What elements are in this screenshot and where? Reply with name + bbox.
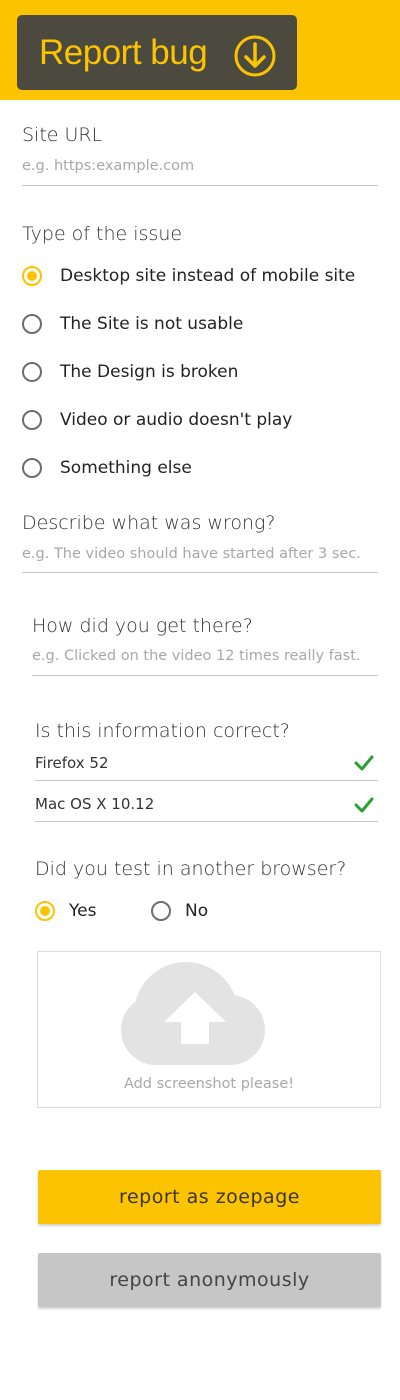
describe-input[interactable]: e.g. The video should have started after… bbox=[22, 546, 361, 562]
radio-button[interactable] bbox=[22, 458, 42, 478]
checkmark-icon bbox=[354, 797, 374, 813]
browser-info-underline bbox=[35, 780, 378, 781]
cloud-upload-icon bbox=[121, 962, 265, 1065]
option-yes-label: Yes bbox=[69, 901, 97, 921]
issue-option-video-audio[interactable]: Video or audio doesn't play bbox=[22, 408, 292, 432]
radio-button[interactable] bbox=[22, 362, 42, 382]
radio-button[interactable] bbox=[22, 314, 42, 334]
upload-hint-text: Add screenshot please! bbox=[123, 1076, 295, 1092]
checkmark-icon bbox=[354, 755, 374, 771]
info-check-label: Is this information correct? bbox=[35, 720, 290, 742]
os-info-underline bbox=[35, 821, 378, 822]
issue-type-label: Type of the issue bbox=[22, 223, 183, 245]
browser-info-row[interactable]: Firefox 52 bbox=[35, 750, 378, 781]
steps-underline bbox=[32, 675, 378, 676]
radio-button[interactable] bbox=[151, 901, 171, 921]
issue-option-label: Desktop site instead of mobile site bbox=[60, 266, 356, 286]
steps-label: How did you get there? bbox=[32, 615, 253, 637]
download-circle-icon bbox=[234, 35, 276, 77]
issue-option-design-broken[interactable]: The Design is broken bbox=[22, 360, 238, 384]
steps-input[interactable]: e.g. Clicked on the video 12 times reall… bbox=[32, 648, 361, 664]
describe-underline bbox=[22, 572, 378, 573]
issue-option-label: The Design is broken bbox=[60, 362, 239, 382]
other-browser-no[interactable]: No bbox=[151, 899, 208, 923]
issue-option-not-usable[interactable]: The Site is not usable bbox=[22, 312, 243, 336]
issue-option-label: The Site is not usable bbox=[60, 314, 244, 334]
radio-button[interactable] bbox=[22, 410, 42, 430]
issue-option-label: Something else bbox=[60, 458, 192, 478]
report-bug-title-box: Report bug bbox=[17, 15, 297, 90]
other-browser-label: Did you test in another browser? bbox=[35, 858, 347, 880]
site-url-input[interactable]: e.g. https:example.com bbox=[22, 158, 194, 174]
issue-option-desktop-site[interactable]: Desktop site instead of mobile site bbox=[22, 264, 355, 288]
report-anonymously-button[interactable]: report anonymously bbox=[38, 1253, 381, 1307]
os-info-row[interactable]: Mac OS X 10.12 bbox=[35, 791, 378, 822]
describe-label: Describe what was wrong? bbox=[22, 512, 276, 534]
browser-version-value: Firefox 52 bbox=[35, 754, 109, 772]
os-version-value: Mac OS X 10.12 bbox=[35, 795, 155, 813]
issue-option-something-else[interactable]: Something else bbox=[22, 456, 192, 480]
option-no-label: No bbox=[185, 901, 209, 921]
page-title: Report bug bbox=[39, 33, 208, 72]
issue-option-label: Video or audio doesn't play bbox=[60, 410, 293, 430]
report-as-user-button[interactable]: report as zoepage bbox=[38, 1170, 381, 1224]
screenshot-upload-area[interactable]: Add screenshot please! bbox=[37, 951, 381, 1108]
site-url-label: Site URL bbox=[22, 124, 103, 146]
header-bar: Report bug bbox=[0, 0, 400, 100]
site-url-underline bbox=[22, 185, 378, 186]
radio-button[interactable] bbox=[22, 266, 42, 286]
radio-button[interactable] bbox=[35, 901, 55, 921]
other-browser-yes[interactable]: Yes bbox=[35, 899, 96, 923]
